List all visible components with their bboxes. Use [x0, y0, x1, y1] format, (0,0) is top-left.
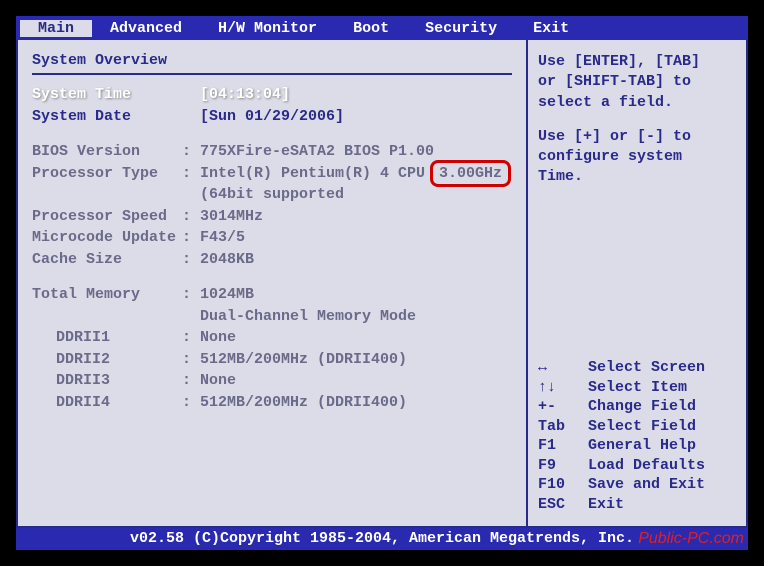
- field-ddrii2: DDRII2 : 512MB/200MHz (DDRII400): [32, 350, 512, 370]
- tab-boot[interactable]: Boot: [335, 20, 407, 37]
- help-panel: Use [ENTER], [TAB] or [SHIFT-TAB] to sel…: [528, 40, 746, 526]
- tab-exit[interactable]: Exit: [515, 20, 587, 37]
- key-load-defaults: F9Load Defaults: [538, 456, 736, 476]
- system-date-value: [Sun 01/29/2006]: [200, 107, 512, 127]
- cpu-speed-highlight: 3.00GHz: [430, 160, 511, 188]
- field-memory-mode: Dual-Channel Memory Mode: [32, 307, 512, 327]
- system-time-label: System Time: [32, 85, 182, 105]
- key-save-exit: F10Save and Exit: [538, 475, 736, 495]
- key-change-field: +-Change Field: [538, 397, 736, 417]
- field-system-time[interactable]: System Time [04:13:04]: [32, 85, 512, 105]
- field-ddrii4: DDRII4 : 512MB/200MHz (DDRII400): [32, 393, 512, 413]
- key-select-item: ↑↓Select Item: [538, 378, 736, 398]
- field-total-memory: Total Memory : 1024MB: [32, 285, 512, 305]
- field-system-date[interactable]: System Date [Sun 01/29/2006]: [32, 107, 512, 127]
- main-panel: System Overview System Time [04:13:04] S…: [18, 40, 528, 526]
- bios-screen: Main Advanced H/W Monitor Boot Security …: [16, 16, 748, 550]
- watermark: Public-PC.com: [638, 530, 744, 548]
- field-bios-version: BIOS Version : 775XFire-eSATA2 BIOS P1.0…: [32, 142, 512, 162]
- field-processor-type-sub: (64bit supported: [32, 185, 512, 205]
- field-processor-type: Processor Type : Intel(R) Pentium(R) 4 C…: [32, 164, 512, 184]
- page-title: System Overview: [32, 52, 512, 69]
- key-exit: ESCExit: [538, 495, 736, 515]
- key-general-help: F1General Help: [538, 436, 736, 456]
- divider: [32, 73, 512, 75]
- key-select-field: TabSelect Field: [538, 417, 736, 437]
- tab-hw-monitor[interactable]: H/W Monitor: [200, 20, 335, 37]
- system-date-label: System Date: [32, 107, 182, 127]
- key-select-screen: ↔Select Screen: [538, 358, 736, 378]
- help-text: Use [ENTER], [TAB] or [SHIFT-TAB] to sel…: [538, 52, 736, 188]
- tab-main[interactable]: Main: [20, 20, 92, 37]
- field-microcode-update: Microcode Update : F43/5: [32, 228, 512, 248]
- tab-security[interactable]: Security: [407, 20, 515, 37]
- menubar: Main Advanced H/W Monitor Boot Security …: [16, 16, 748, 40]
- field-ddrii1: DDRII1 : None: [32, 328, 512, 348]
- field-ddrii3: DDRII3 : None: [32, 371, 512, 391]
- tab-advanced[interactable]: Advanced: [92, 20, 200, 37]
- field-cache-size: Cache Size : 2048KB: [32, 250, 512, 270]
- help-keys: ↔Select Screen ↑↓Select Item +-Change Fi…: [538, 358, 736, 514]
- system-time-value: [04:13:04]: [200, 85, 512, 105]
- field-processor-speed: Processor Speed : 3014MHz: [32, 207, 512, 227]
- content-area: System Overview System Time [04:13:04] S…: [16, 40, 748, 528]
